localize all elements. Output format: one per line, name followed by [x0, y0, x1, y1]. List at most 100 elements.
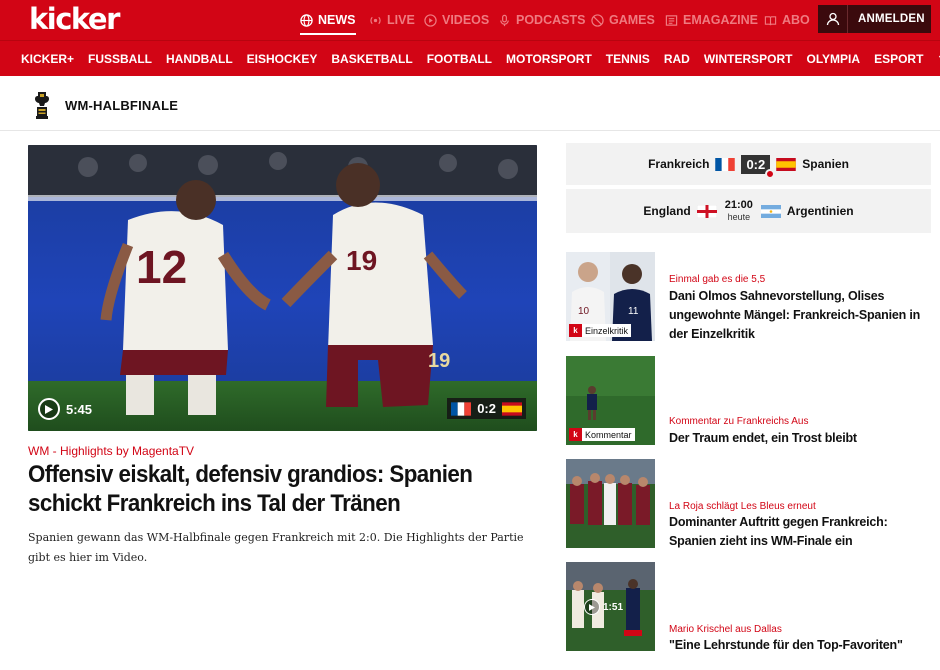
login-button[interactable]: ANMELDEN	[818, 5, 931, 33]
top-header: kicker NEWS LIVE VIDEOS PODCASTS GAMES E…	[0, 0, 940, 40]
article-thumbnail[interactable]: 1:51	[566, 562, 655, 651]
hero-video-thumbnail[interactable]: 12 19 19 5:45 0:2	[28, 145, 537, 431]
article-thumbnail[interactable]	[566, 459, 655, 548]
sports-nav: KICKER+ FUSSBALL HANDBALL EISHOCKEY BASK…	[21, 41, 940, 77]
nav-emagazine[interactable]: EMAGAZINE	[665, 0, 758, 40]
france-flag-icon	[451, 401, 472, 416]
sport-fussball[interactable]: FUSSBALL	[88, 52, 152, 66]
kicker-plus-icon: k	[569, 428, 582, 441]
games-icon	[591, 13, 604, 27]
home-team: Frankreich	[648, 157, 710, 171]
play-circle-icon	[38, 398, 60, 420]
active-underline	[300, 33, 356, 35]
sport-motorsport[interactable]: MOTORSPORT	[506, 52, 592, 66]
kickoff-time: 21:00	[724, 199, 753, 211]
france-flag-icon	[715, 157, 736, 171]
svg-text:12: 12	[136, 241, 187, 293]
sport-tennis[interactable]: TENNIS	[606, 52, 650, 66]
sport-olympia[interactable]: OLYMPIA	[806, 52, 860, 66]
globe-icon	[300, 13, 313, 27]
kickoff-day: heute	[727, 212, 751, 222]
article-thumbnail[interactable]: 10 11 k Einzelkritik	[566, 252, 655, 341]
nav-news-label: NEWS	[318, 12, 356, 27]
nav-games-label: GAMES	[609, 12, 655, 27]
hero-kicker[interactable]: WM - Highlights by MagentaTV	[28, 444, 194, 458]
match-score-value: 0:2	[746, 156, 766, 172]
argentina-flag-icon	[760, 204, 781, 218]
home-team: England	[643, 204, 691, 218]
match-score: 0:2	[741, 154, 776, 179]
video-play-badge[interactable]: 5:45	[38, 397, 92, 421]
svg-text:19: 19	[428, 350, 450, 372]
trophy-icon[interactable]	[32, 90, 52, 120]
magazine-icon	[665, 14, 678, 26]
match-scores: Frankreich 0:2 Spanien England 21:00 heu…	[566, 143, 931, 233]
hero-headline[interactable]: Offensiv eiskalt, defensiv grandios: Spa…	[28, 460, 493, 518]
login-label: ANMELDEN	[858, 13, 925, 25]
nav-videos[interactable]: VIDEOS	[424, 0, 489, 40]
sports-nav-bar: KICKER+ FUSSBALL HANDBALL EISHOCKEY BASK…	[0, 40, 940, 76]
microphone-icon	[500, 14, 509, 26]
event-header: WM-HALBFINALE	[0, 76, 940, 131]
article-kicker: Mario Krischel aus Dallas	[669, 624, 782, 635]
article-tag: k Einzelkritik	[569, 324, 632, 337]
article-photo	[566, 459, 655, 548]
book-icon	[764, 15, 777, 25]
article-title[interactable]: Dani Olmos Sahnevorstellung, Olises unge…	[669, 287, 934, 344]
sport-wintersport[interactable]: WINTERSPORT	[704, 52, 793, 66]
sport-rad[interactable]: RAD	[664, 52, 690, 66]
svg-text:19: 19	[346, 245, 377, 276]
video-duration: 5:45	[66, 401, 93, 417]
score-badge: 0:2	[447, 398, 526, 419]
article-title[interactable]: "Eine Lehrstunde für den Top-Favoriten"	[669, 636, 934, 655]
away-team: Spanien	[802, 157, 849, 171]
spain-flag-icon	[502, 401, 522, 416]
sport-kicker-plus[interactable]: KICKER+	[21, 52, 74, 66]
nav-news[interactable]: NEWS	[300, 0, 356, 40]
article-tag: k Kommentar	[569, 428, 635, 441]
match-time: 21:00 heute	[725, 199, 753, 223]
nav-videos-label: VIDEOS	[442, 12, 490, 27]
article-kicker: Kommentar zu Frankreichs Aus	[669, 416, 809, 427]
video-play-badge[interactable]: 1:51	[584, 595, 623, 619]
nav-live-label: LIVE	[387, 12, 415, 27]
kicker-plus-icon: k	[569, 324, 582, 337]
match-row[interactable]: Frankreich 0:2 Spanien	[566, 143, 931, 185]
tag-label: Kommentar	[585, 429, 632, 440]
article-title[interactable]: Dominanter Auftritt gegen Frankreich: Sp…	[669, 513, 934, 551]
nav-podcasts-label: PODCASTS	[516, 12, 586, 27]
sport-handball[interactable]: HANDBALL	[166, 52, 233, 66]
svg-text:11: 11	[628, 306, 639, 317]
article-kicker: Einmal gab es die 5,5	[669, 274, 766, 285]
sport-basketball[interactable]: BASKETBALL	[331, 52, 412, 66]
article-kicker: La Roja schlägt Les Bleus erneut	[669, 501, 816, 512]
article-title[interactable]: Der Traum endet, ein Trost bleibt	[669, 429, 934, 448]
hero-score: 0:2	[477, 401, 496, 416]
nav-podcasts[interactable]: PODCASTS	[498, 0, 585, 40]
article-thumbnail[interactable]: k Kommentar	[566, 356, 655, 445]
match-row[interactable]: England 21:00 heute Argentinien	[566, 189, 931, 233]
nav-abo-label: ABO	[782, 12, 810, 27]
play-icon	[424, 13, 437, 27]
hero-teaser: Spanien gewann das WM-Halbfinale gegen F…	[28, 531, 524, 564]
sport-esport[interactable]: ESPORT	[874, 52, 923, 66]
nav-live[interactable]: LIVE	[369, 0, 415, 40]
live-icon	[370, 16, 381, 24]
hero-photo: 12 19 19	[28, 145, 537, 431]
video-duration: 1:51	[603, 601, 624, 613]
sport-football[interactable]: FOOTBALL	[427, 52, 492, 66]
england-flag-icon	[696, 204, 717, 218]
nav-games[interactable]: GAMES	[591, 0, 655, 40]
spain-flag-icon	[776, 157, 796, 171]
tag-label: Einzelkritik	[585, 325, 629, 336]
live-dot-icon	[765, 168, 776, 179]
user-icon	[818, 5, 848, 33]
play-circle-icon	[584, 599, 600, 615]
nav-emagazine-label: EMAGAZINE	[683, 12, 758, 27]
kicker-logo[interactable]: kicker	[29, 2, 120, 36]
nav-abo[interactable]: ABO	[764, 0, 810, 40]
event-title[interactable]: WM-HALBFINALE	[65, 98, 178, 113]
away-team: Argentinien	[786, 204, 854, 218]
sport-eishockey[interactable]: EISHOCKEY	[247, 52, 318, 66]
svg-text:10: 10	[578, 306, 590, 317]
